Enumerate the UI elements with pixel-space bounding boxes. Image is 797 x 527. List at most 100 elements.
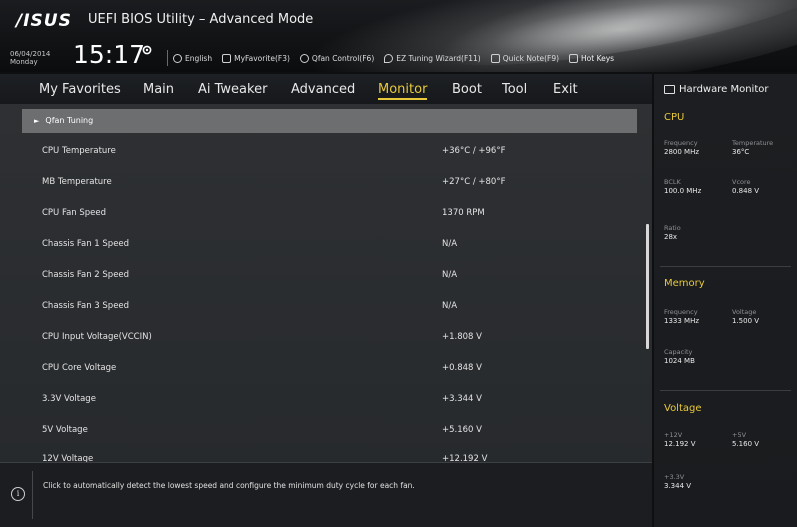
row-value: +12.192 V	[442, 454, 488, 462]
tab-ai-tweaker[interactable]: Ai Tweaker	[198, 82, 267, 97]
tab-tool[interactable]: Tool	[502, 82, 527, 97]
tab-main[interactable]: Main	[143, 82, 174, 97]
date-display: 06/04/2014 Monday	[10, 50, 50, 66]
voltage-3v3-value: 3.344 V	[664, 482, 692, 490]
cpu-temperature-value: 36°C	[732, 148, 750, 156]
myfavorite-label: MyFavorite(F3)	[234, 53, 290, 63]
tab-monitor[interactable]: Monitor	[378, 82, 428, 100]
list-item: 5V Voltage +5.160 V	[42, 425, 602, 445]
row-label: 3.3V Voltage	[42, 394, 96, 404]
toolbar-divider	[167, 50, 168, 66]
wizard-icon	[384, 53, 394, 63]
ez-tuning-wizard-label: EZ Tuning Wizard(F11)	[396, 53, 481, 63]
row-value: N/A	[442, 301, 458, 311]
expand-arrow-icon: ►	[34, 117, 40, 125]
row-value: N/A	[442, 270, 458, 280]
info-icon: i	[11, 487, 25, 501]
memory-voltage-label: Voltage	[732, 308, 757, 316]
help-divider	[32, 471, 33, 519]
row-label: CPU Temperature	[42, 146, 116, 156]
row-label: CPU Input Voltage(VCCIN)	[42, 332, 152, 342]
fan-icon	[299, 53, 309, 63]
help-bar: i Click to automatically detect the lowe…	[0, 462, 652, 527]
quick-note-label: Quick Note(F9)	[502, 53, 560, 63]
qfan-control-label: Qfan Control(F6)	[311, 53, 375, 63]
row-value: +1.808 V	[442, 332, 482, 342]
memory-capacity-label: Capacity	[664, 348, 693, 356]
voltage-5v-value: 5.160 V	[732, 440, 760, 448]
keyboard-icon	[569, 53, 579, 63]
favorite-icon	[222, 53, 232, 63]
row-label: CPU Fan Speed	[42, 208, 107, 218]
cpu-section-heading: CPU	[664, 112, 685, 123]
row-value: +0.848 V	[442, 363, 482, 373]
list-item: CPU Temperature +36°C / +96°F	[42, 146, 602, 166]
day-text: Monday	[10, 58, 38, 66]
voltage-3v3-label: +3.3V	[664, 473, 685, 481]
row-value: +5.160 V	[442, 425, 482, 435]
monitor-panel: ► Qfan Tuning CPU Temperature +36°C / +96…	[0, 104, 652, 462]
quick-note-button[interactable]: Quick Note(F9)	[490, 53, 560, 63]
gear-icon[interactable]	[141, 44, 153, 56]
qfan-control-button[interactable]: Qfan Control(F6)	[299, 53, 375, 63]
row-label: Chassis Fan 3 Speed	[42, 301, 130, 311]
cpu-bclk-label: BCLK	[664, 178, 681, 186]
tab-boot[interactable]: Boot	[452, 82, 482, 97]
list-item: 12V Voltage +12.192 V	[42, 454, 602, 462]
cpu-vcore-label: Vcore	[732, 178, 751, 186]
list-item: Chassis Fan 2 Speed N/A	[42, 270, 602, 290]
cpu-ratio-value: 28x	[664, 233, 678, 241]
row-label: 12V Voltage	[42, 454, 94, 462]
hardware-monitor-title: Hardware Monitor	[664, 84, 768, 95]
asus-logo: /ISUS	[16, 11, 72, 31]
row-label: Chassis Fan 1 Speed	[42, 239, 130, 249]
scrollbar[interactable]	[646, 224, 649, 349]
hot-keys-button[interactable]: Hot Keys	[569, 53, 615, 63]
row-label: Chassis Fan 2 Speed	[42, 270, 130, 280]
list-item: CPU Fan Speed 1370 RPM	[42, 208, 602, 228]
cpu-bclk-value: 100.0 MHz	[664, 187, 702, 195]
cpu-temperature-label: Temperature	[732, 139, 774, 147]
list-item: Chassis Fan 1 Speed N/A	[42, 239, 602, 259]
memory-voltage-value: 1.500 V	[732, 317, 760, 325]
cpu-frequency-value: 2800 MHz	[664, 148, 700, 156]
list-item: CPU Input Voltage(VCCIN) +1.808 V	[42, 332, 602, 352]
myfavorite-button[interactable]: MyFavorite(F3)	[222, 53, 290, 63]
date-text: 06/04/2014	[10, 50, 51, 58]
toolbar: English MyFavorite(F3) Qfan Control(F6) …	[162, 50, 624, 66]
ez-tuning-wizard-button[interactable]: EZ Tuning Wizard(F11)	[384, 53, 481, 63]
memory-section-heading: Memory	[664, 278, 705, 289]
clock-time: 15:17	[73, 40, 146, 69]
voltage-section-heading: Voltage	[664, 403, 702, 414]
row-value: 1370 RPM	[442, 208, 485, 218]
qfan-tuning-label: Qfan Tuning	[45, 116, 94, 125]
row-label: 5V Voltage	[42, 425, 88, 435]
list-item: MB Temperature +27°C / +80°F	[42, 177, 602, 197]
qfan-tuning-item[interactable]: ► Qfan Tuning	[22, 109, 637, 133]
memory-frequency-label: Frequency	[664, 308, 698, 316]
hot-keys-label: Hot Keys	[581, 53, 615, 63]
hardware-monitor-label: Hardware Monitor	[679, 84, 769, 95]
voltage-12v-label: +12V	[664, 431, 683, 439]
voltage-5v-label: +5V	[732, 431, 747, 439]
cpu-vcore-value: 0.848 V	[732, 187, 760, 195]
row-value: +3.344 V	[442, 394, 482, 404]
row-label: MB Temperature	[42, 177, 112, 187]
cpu-ratio-label: Ratio	[664, 224, 681, 232]
hardware-monitor-panel: Hardware Monitor CPU Frequency Temperatu…	[654, 74, 797, 527]
tab-exit[interactable]: Exit	[553, 82, 578, 97]
row-value: +36°C / +96°F	[442, 146, 506, 156]
monitor-icon	[664, 85, 675, 94]
tab-advanced[interactable]: Advanced	[291, 82, 355, 97]
language-button[interactable]: English	[173, 53, 213, 63]
section-divider	[660, 266, 791, 267]
row-value: +27°C / +80°F	[442, 177, 506, 187]
row-value: N/A	[442, 239, 458, 249]
list-item: CPU Core Voltage +0.848 V	[42, 363, 602, 383]
tab-my-favorites[interactable]: My Favorites	[39, 82, 121, 97]
row-label: CPU Core Voltage	[42, 363, 117, 373]
memory-frequency-value: 1333 MHz	[664, 317, 700, 325]
language-label: English	[185, 53, 213, 63]
app-title: UEFI BIOS Utility – Advanced Mode	[88, 12, 314, 27]
globe-icon	[173, 53, 182, 63]
